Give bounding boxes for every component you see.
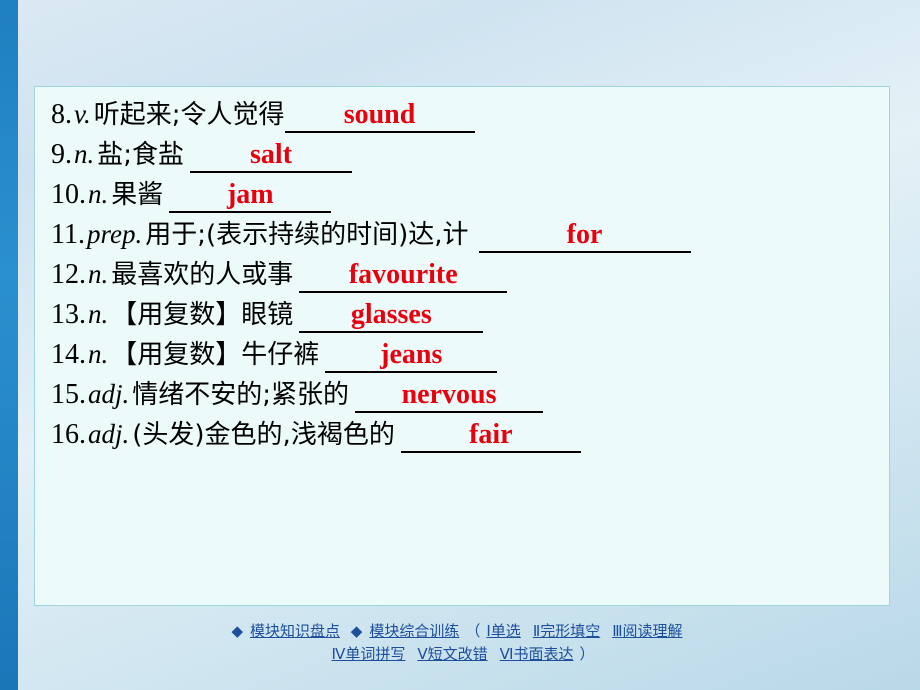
- answer-blank: jeans: [325, 341, 498, 373]
- item-number: 11.: [51, 219, 85, 250]
- item-number: 16.: [51, 419, 86, 450]
- vocabulary-list-card: 8. v. 听起来;令人觉得 sound 9. n. 盐;食盐 salt 10.…: [34, 86, 890, 606]
- answer-blank: for: [478, 221, 691, 253]
- footer-link-module-review[interactable]: 模块知识盘点: [250, 622, 340, 640]
- part-of-speech: n.: [88, 299, 109, 329]
- footer-row-2: Ⅳ单词拼写 Ⅴ短文改错 Ⅵ书面表达 ）: [0, 643, 920, 666]
- chinese-meaning: 【用复数】眼镜: [111, 300, 294, 330]
- answer-blank: glasses: [299, 301, 484, 333]
- item-number: 10.: [51, 179, 86, 210]
- diamond-icon: ◆: [231, 622, 243, 640]
- paren-open: （: [465, 622, 481, 640]
- answer-blank: jam: [169, 181, 332, 213]
- diamond-icon: ◆: [350, 622, 363, 640]
- answer-blank: salt: [190, 141, 353, 173]
- list-item: 13. n. 【用复数】眼镜 glasses: [51, 301, 873, 333]
- item-number: 8.: [51, 99, 72, 130]
- part-of-speech: n.: [74, 139, 95, 169]
- chinese-meaning: 听起来;令人觉得: [93, 100, 285, 130]
- footer-link-multiple-choice[interactable]: Ⅰ单选: [486, 622, 520, 640]
- footer-link-spelling[interactable]: Ⅳ单词拼写: [332, 645, 406, 663]
- footer-row-1: ◆ 模块知识盘点 ◆ 模块综合训练 （ Ⅰ单选 Ⅱ完形填空 Ⅲ阅读理解: [0, 620, 920, 643]
- answer-blank: favourite: [299, 261, 508, 293]
- chinese-meaning: 盐;食盐: [97, 140, 185, 170]
- chinese-meaning: 果酱: [111, 180, 164, 210]
- chinese-meaning: (头发)金色的,浅褐色的: [132, 420, 395, 450]
- part-of-speech: adj.: [88, 419, 130, 449]
- item-number: 14.: [51, 339, 86, 370]
- paren-close: ）: [579, 645, 595, 664]
- footer-link-reading[interactable]: Ⅲ阅读理解: [612, 622, 682, 640]
- footer-link-cloze[interactable]: Ⅱ完形填空: [533, 622, 600, 640]
- footer-link-module-training[interactable]: 模块综合训练: [369, 622, 459, 640]
- part-of-speech: prep.: [86, 219, 143, 249]
- chinese-meaning: 情绪不安的;紧张的: [132, 380, 350, 410]
- list-item: 16. adj. (头发)金色的,浅褐色的 fair: [51, 421, 873, 453]
- list-item: 11. prep. 用于;(表示持续的时间)达,计 for: [51, 221, 873, 253]
- part-of-speech: n.: [88, 179, 109, 209]
- slide: 8. v. 听起来;令人觉得 sound 9. n. 盐;食盐 salt 10.…: [0, 0, 920, 690]
- list-item: 9. n. 盐;食盐 salt: [51, 141, 873, 173]
- item-number: 9.: [51, 139, 72, 170]
- item-number: 12.: [51, 259, 86, 290]
- answer-blank: sound: [284, 101, 475, 133]
- item-number: 13.: [51, 299, 86, 330]
- list-item: 14. n. 【用复数】牛仔裤 jeans: [51, 341, 873, 373]
- answer-blank: nervous: [355, 381, 544, 413]
- chinese-meaning: 【用复数】牛仔裤: [111, 340, 320, 370]
- part-of-speech: n.: [88, 339, 109, 369]
- chinese-meaning: 最喜欢的人或事: [111, 260, 294, 290]
- footer-link-writing[interactable]: Ⅵ书面表达: [500, 645, 574, 663]
- list-item: 15. adj. 情绪不安的;紧张的 nervous: [51, 381, 873, 413]
- left-accent-bar: [0, 0, 18, 690]
- footer-navigation: ◆ 模块知识盘点 ◆ 模块综合训练 （ Ⅰ单选 Ⅱ完形填空 Ⅲ阅读理解 Ⅳ单词拼写 Ⅴ短文改错…: [0, 620, 920, 667]
- part-of-speech: adj.: [88, 379, 130, 409]
- list-item: 10. n. 果酱 jam: [51, 181, 873, 213]
- part-of-speech: n.: [88, 259, 109, 289]
- item-number: 15.: [51, 379, 86, 410]
- part-of-speech: v.: [74, 99, 91, 129]
- list-item: 8. v. 听起来;令人觉得 sound: [51, 101, 873, 133]
- list-item: 12. n. 最喜欢的人或事 favourite: [51, 261, 873, 293]
- answer-blank: fair: [400, 421, 581, 453]
- chinese-meaning: 用于;(表示持续的时间)达,计: [145, 220, 469, 250]
- footer-link-error-correction[interactable]: Ⅴ短文改错: [417, 645, 487, 663]
